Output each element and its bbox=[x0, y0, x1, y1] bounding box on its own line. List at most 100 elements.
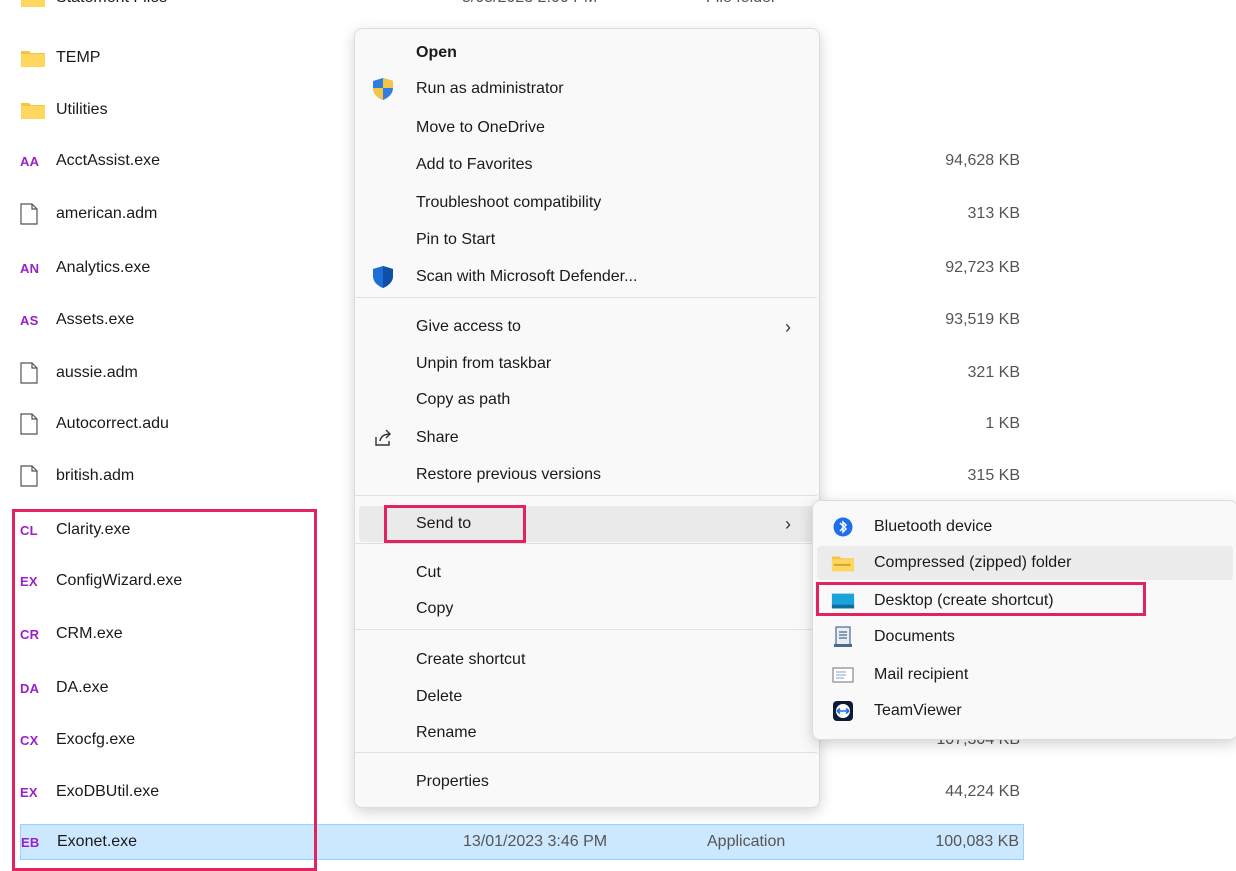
file-name: british.adm bbox=[56, 467, 135, 484]
menu-item-label: Cut bbox=[416, 564, 441, 581]
file-size: 315 KB bbox=[967, 467, 1020, 484]
menu-item-label: Move to OneDrive bbox=[416, 119, 545, 136]
zip-folder-icon bbox=[831, 551, 855, 575]
menu-item-troubleshoot-compatibility[interactable]: Troubleshoot compatibility bbox=[359, 185, 815, 221]
send-to-item-label: TeamViewer bbox=[874, 702, 962, 719]
bluetooth-icon bbox=[831, 515, 855, 539]
menu-item-give-access-to[interactable]: Give access to › bbox=[359, 309, 815, 345]
send-to-item-bluetooth-device[interactable]: Bluetooth device bbox=[817, 510, 1233, 544]
file-size: 92,723 KB bbox=[945, 259, 1020, 276]
annotation-box-send-to bbox=[384, 505, 526, 543]
app-initials-text: AN bbox=[20, 260, 40, 276]
send-to-item-label: Documents bbox=[874, 628, 955, 645]
send-to-item-compressed-zipped-folder[interactable]: Compressed (zipped) folder bbox=[817, 546, 1233, 580]
app-initials-text: AS bbox=[20, 312, 39, 328]
menu-item-label: Properties bbox=[416, 773, 489, 790]
menu-separator bbox=[355, 629, 817, 630]
chevron-right-icon: › bbox=[785, 513, 791, 534]
app-initials-icon: AS bbox=[20, 309, 50, 331]
menu-item-move-to-onedrive[interactable]: Move to OneDrive bbox=[359, 110, 815, 146]
send-to-item-label: Mail recipient bbox=[874, 666, 969, 683]
file-name: Utilities bbox=[56, 101, 108, 118]
file-row-statement-files[interactable]: Statement Files 5/05/2023 2:00 PM File fol… bbox=[20, 0, 1024, 16]
menu-item-add-to-favorites[interactable]: Add to Favorites bbox=[359, 147, 815, 183]
send-to-item-documents[interactable]: Documents bbox=[817, 620, 1233, 654]
menu-item-label: Delete bbox=[416, 688, 463, 705]
file-name: Analytics.exe bbox=[56, 259, 151, 276]
send-to-item-mail-recipient[interactable]: Mail recipient bbox=[817, 658, 1233, 692]
send-to-item-teamviewer[interactable]: TeamViewer bbox=[817, 694, 1233, 728]
app-initials-icon: AN bbox=[20, 257, 50, 279]
menu-item-label: Troubleshoot compatibility bbox=[416, 194, 602, 211]
menu-separator bbox=[355, 495, 817, 496]
file-name: Autocorrect.adu bbox=[56, 415, 169, 432]
menu-item-label: Unpin from taskbar bbox=[416, 355, 552, 372]
file-size: 1 KB bbox=[985, 415, 1020, 432]
send-to-submenu: Bluetooth device Compressed (zipped) fold… bbox=[812, 500, 1236, 740]
annotation-box-files bbox=[12, 509, 317, 871]
menu-item-run-as-administrator[interactable]: Run as administrator bbox=[359, 71, 815, 107]
menu-item-label: Restore previous versions bbox=[416, 466, 601, 483]
file-name: AcctAssist.exe bbox=[56, 152, 161, 169]
document-icon bbox=[20, 203, 50, 225]
file-size: 94,628 KB bbox=[945, 152, 1020, 169]
menu-item-label: Create shortcut bbox=[416, 651, 526, 668]
chevron-right-icon: › bbox=[785, 316, 791, 337]
menu-item-pin-to-start[interactable]: Pin to Start bbox=[359, 222, 815, 258]
document-icon bbox=[20, 362, 50, 384]
file-name: american.adm bbox=[56, 205, 158, 222]
file-size: 100,083 KB bbox=[935, 833, 1019, 850]
menu-item-open[interactable]: Open bbox=[359, 35, 815, 71]
file-size: 93,519 KB bbox=[945, 311, 1020, 328]
file-date: 13/01/2023 3:46 PM bbox=[463, 833, 608, 850]
documents-icon bbox=[831, 625, 855, 649]
document-icon bbox=[20, 413, 50, 435]
folder-icon bbox=[20, 0, 50, 9]
file-type: Application bbox=[707, 833, 786, 850]
menu-item-copy-as-path[interactable]: Copy as path bbox=[359, 382, 815, 418]
send-to-item-label: Bluetooth device bbox=[874, 518, 993, 535]
teamviewer-icon bbox=[831, 699, 855, 723]
menu-item-label: Give access to bbox=[416, 318, 521, 335]
menu-item-label: Copy as path bbox=[416, 391, 511, 408]
menu-item-share[interactable]: Share bbox=[359, 420, 815, 456]
annotation-box-desktop bbox=[816, 582, 1146, 616]
app-initials-text: AA bbox=[20, 153, 40, 169]
menu-item-label: Run as administrator bbox=[416, 80, 564, 97]
menu-item-restore-previous-versions[interactable]: Restore previous versions bbox=[359, 457, 815, 493]
file-name: Assets.exe bbox=[56, 311, 135, 328]
menu-item-label: Pin to Start bbox=[416, 231, 496, 248]
file-name: Statement Files bbox=[56, 0, 167, 7]
file-date: 5/05/2023 2:00 PM bbox=[462, 0, 597, 7]
document-icon bbox=[20, 465, 50, 487]
menu-item-label: Rename bbox=[416, 724, 477, 741]
folder-icon bbox=[20, 99, 50, 121]
file-size: 313 KB bbox=[967, 205, 1020, 222]
uac-shield-icon bbox=[371, 77, 395, 101]
app-initials-icon: AA bbox=[20, 150, 50, 172]
menu-item-cut[interactable]: Cut bbox=[359, 555, 815, 591]
menu-item-scan-with-microsoft-defender[interactable]: Scan with Microsoft Defender... bbox=[359, 259, 815, 295]
menu-item-copy[interactable]: Copy bbox=[359, 591, 815, 627]
file-name: aussie.adm bbox=[56, 364, 138, 381]
menu-item-unpin-from-taskbar[interactable]: Unpin from taskbar bbox=[359, 346, 815, 382]
context-menu: Open Run as administrator Move to OneDrive… bbox=[354, 28, 820, 808]
folder-icon bbox=[20, 47, 50, 69]
menu-item-label: Share bbox=[416, 429, 459, 446]
menu-item-create-shortcut[interactable]: Create shortcut bbox=[359, 642, 815, 678]
defender-shield-icon bbox=[371, 265, 395, 289]
menu-separator bbox=[355, 543, 817, 544]
menu-item-properties[interactable]: Properties bbox=[359, 764, 815, 800]
file-size: 44,224 KB bbox=[945, 783, 1020, 800]
menu-item-label: Scan with Microsoft Defender... bbox=[416, 268, 638, 285]
file-type: File folder bbox=[706, 0, 776, 7]
menu-separator bbox=[355, 297, 817, 298]
share-icon bbox=[371, 426, 395, 450]
menu-item-label: Copy bbox=[416, 600, 454, 617]
menu-item-rename[interactable]: Rename bbox=[359, 715, 815, 751]
file-name: TEMP bbox=[56, 49, 101, 66]
mail-icon bbox=[831, 663, 855, 687]
menu-item-label: Open bbox=[416, 44, 457, 61]
menu-item-delete[interactable]: Delete bbox=[359, 679, 815, 715]
send-to-item-label: Compressed (zipped) folder bbox=[874, 554, 1072, 571]
